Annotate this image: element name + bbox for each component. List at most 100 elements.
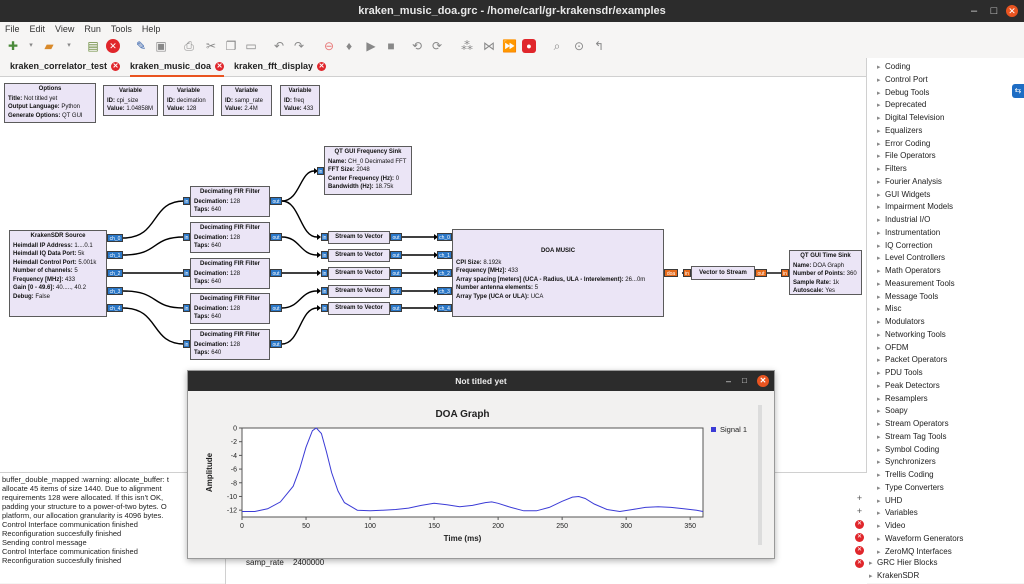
new-file-icon[interactable]: ✚	[6, 39, 20, 53]
close-window-button[interactable]: ✕	[1006, 5, 1018, 17]
category-video[interactable]: ▸ Video	[877, 521, 905, 530]
category-uhd[interactable]: ▸ UHD	[877, 496, 902, 505]
menu-tools[interactable]: Tools	[106, 22, 137, 34]
expand-arrow-icon[interactable]: ▸	[869, 559, 877, 567]
port-ch-3[interactable]: ch_3	[437, 287, 452, 295]
port-ch-1[interactable]: ch_1	[437, 251, 452, 259]
category-waveform-generators[interactable]: ▸ Waveform Generators	[877, 534, 963, 543]
category-gui-widgets[interactable]: ▸ GUI Widgets	[877, 190, 930, 199]
remove-icon[interactable]: ✕	[855, 546, 864, 555]
add-icon[interactable]: +	[855, 494, 864, 503]
category-file-operators[interactable]: ▸ File Operators	[877, 151, 936, 160]
port-doa[interactable]: doa	[664, 269, 678, 277]
port-in[interactable]: in	[183, 269, 190, 277]
decimating-fir-filter-block[interactable]: Decimating FIR Filter Decimation: 128 Ta…	[190, 222, 270, 253]
category-krakensdr[interactable]: ▸ KrakenSDR	[869, 571, 919, 580]
variable-block-samp-rate[interactable]: Variable ID: samp_rate Value: 2.4M	[221, 85, 272, 116]
decimating-fir-filter-block[interactable]: Decimating FIR Filter Decimation: 128 Ta…	[190, 186, 270, 217]
category-symbol-coding[interactable]: ▸ Symbol Coding	[877, 445, 939, 454]
qt-gui-time-sink-block[interactable]: QT GUI Time Sink Name: DOA Graph Number …	[789, 250, 862, 295]
port-ch-4[interactable]: ch_4	[107, 304, 123, 312]
stop-icon[interactable]: ■	[384, 39, 398, 53]
port-in[interactable]: in	[183, 340, 190, 348]
stream-to-vector-block[interactable]: Stream to Vector	[328, 302, 390, 315]
screenshot-icon[interactable]: ▣	[154, 39, 168, 53]
port-out[interactable]: out	[270, 304, 282, 312]
back-icon[interactable]: ↰	[592, 39, 606, 53]
expand-arrow-icon[interactable]: ▸	[877, 293, 885, 301]
cut-icon[interactable]: ✂	[204, 39, 218, 53]
expand-arrow-icon[interactable]: ▸	[877, 140, 885, 148]
port-in[interactable]: in	[321, 304, 328, 312]
expand-arrow-icon[interactable]: ▸	[877, 152, 885, 160]
expand-arrow-icon[interactable]: ▸	[877, 522, 885, 530]
port-in[interactable]: in	[321, 233, 328, 241]
port-in[interactable]: in	[321, 269, 328, 277]
stream-to-vector-block[interactable]: Stream to Vector	[328, 267, 390, 280]
category-variables[interactable]: ▸ Variables	[877, 508, 918, 517]
port-out[interactable]: out	[390, 304, 402, 312]
expand-arrow-icon[interactable]: ▸	[877, 318, 885, 326]
port-ch-4[interactable]: ch_4	[437, 304, 452, 312]
expand-arrow-icon[interactable]: ▸	[877, 101, 885, 109]
port-ch-0[interactable]: ch_0	[437, 233, 452, 241]
category-peak-detectors[interactable]: ▸ Peak Detectors	[877, 381, 940, 390]
remove-icon[interactable]: ✕	[855, 520, 864, 529]
category-impairment-models[interactable]: ▸ Impairment Models	[877, 202, 953, 211]
expand-arrow-icon[interactable]: ▸	[877, 254, 885, 262]
port-in[interactable]: in	[683, 269, 691, 277]
category-error-coding[interactable]: ▸ Error Coding	[877, 139, 930, 148]
remove-icon[interactable]: ✕	[855, 559, 864, 568]
category-zeromq-interfaces[interactable]: ▸ ZeroMQ Interfaces	[877, 547, 952, 556]
category-math-operators[interactable]: ▸ Math Operators	[877, 266, 941, 275]
save-icon[interactable]: ▤	[86, 39, 100, 53]
new-dropdown-icon[interactable]: ▾	[24, 39, 38, 53]
port-ch-0[interactable]: ch_0	[107, 234, 123, 242]
open-folder-icon[interactable]: ▰	[42, 39, 56, 53]
remove-icon[interactable]: ✕	[855, 533, 864, 542]
port-in[interactable]: in	[183, 304, 190, 312]
tab-kraken-music-doa[interactable]: kraken_music_doa ✕	[130, 58, 225, 77]
hier-block-icon[interactable]: ⁂	[460, 39, 474, 53]
expand-arrow-icon[interactable]: ▸	[877, 203, 885, 211]
tab-kraken-correlator-test[interactable]: kraken_correlator_test ✕	[10, 58, 121, 75]
port-out[interactable]: out	[270, 197, 282, 205]
port-in[interactable]: in	[321, 251, 328, 259]
close-window-button[interactable]: ✕	[757, 375, 769, 387]
expand-arrow-icon[interactable]: ▸	[877, 395, 885, 403]
category-measurement-tools[interactable]: ▸ Measurement Tools	[877, 279, 955, 288]
stream-to-vector-block[interactable]: Stream to Vector	[328, 285, 390, 298]
expand-arrow-icon[interactable]: ▸	[877, 76, 885, 84]
menu-help[interactable]: Help	[137, 22, 166, 34]
maximize-icon[interactable]: □	[742, 371, 747, 391]
side-panel-toggle-icon[interactable]: ⇆	[1012, 84, 1024, 98]
category-networking-tools[interactable]: ▸ Networking Tools	[877, 330, 946, 339]
execute-icon[interactable]: ▶	[364, 39, 378, 53]
category-soapy[interactable]: ▸ Soapy	[877, 406, 908, 415]
kill-icon[interactable]: ●	[522, 39, 536, 53]
category-packet-operators[interactable]: ▸ Packet Operators	[877, 355, 947, 364]
redo-icon[interactable]: ↷	[292, 39, 306, 53]
menu-edit[interactable]: Edit	[25, 22, 51, 34]
expand-arrow-icon[interactable]: ▸	[877, 509, 885, 517]
rotate-icon[interactable]: ⟳	[430, 39, 444, 53]
expand-arrow-icon[interactable]: ▸	[877, 191, 885, 199]
close-tab-icon[interactable]: ✕	[111, 62, 121, 72]
expand-arrow-icon[interactable]: ▸	[877, 446, 885, 454]
fast-forward-icon[interactable]: ⏩	[502, 39, 517, 53]
search-icon[interactable]: ⌕	[550, 39, 564, 53]
port-out[interactable]: out	[270, 269, 282, 277]
category-pdu-tools[interactable]: ▸ PDU Tools	[877, 368, 923, 377]
port-out[interactable]: out	[755, 269, 767, 277]
port-in[interactable]: in	[183, 197, 190, 205]
expand-arrow-icon[interactable]: ▸	[877, 407, 885, 415]
print-icon[interactable]: ⎙	[182, 39, 196, 53]
port-in[interactable]: in	[183, 233, 190, 241]
expand-arrow-icon[interactable]: ▸	[877, 382, 885, 390]
close-tab-icon[interactable]: ✕	[215, 62, 225, 72]
menu-run[interactable]: Run	[79, 22, 106, 34]
category-ofdm[interactable]: ▸ OFDM	[877, 343, 909, 352]
minimize-icon[interactable]: –	[968, 5, 980, 17]
expand-arrow-icon[interactable]: ▸	[877, 63, 885, 71]
expand-arrow-icon[interactable]: ▸	[877, 497, 885, 505]
